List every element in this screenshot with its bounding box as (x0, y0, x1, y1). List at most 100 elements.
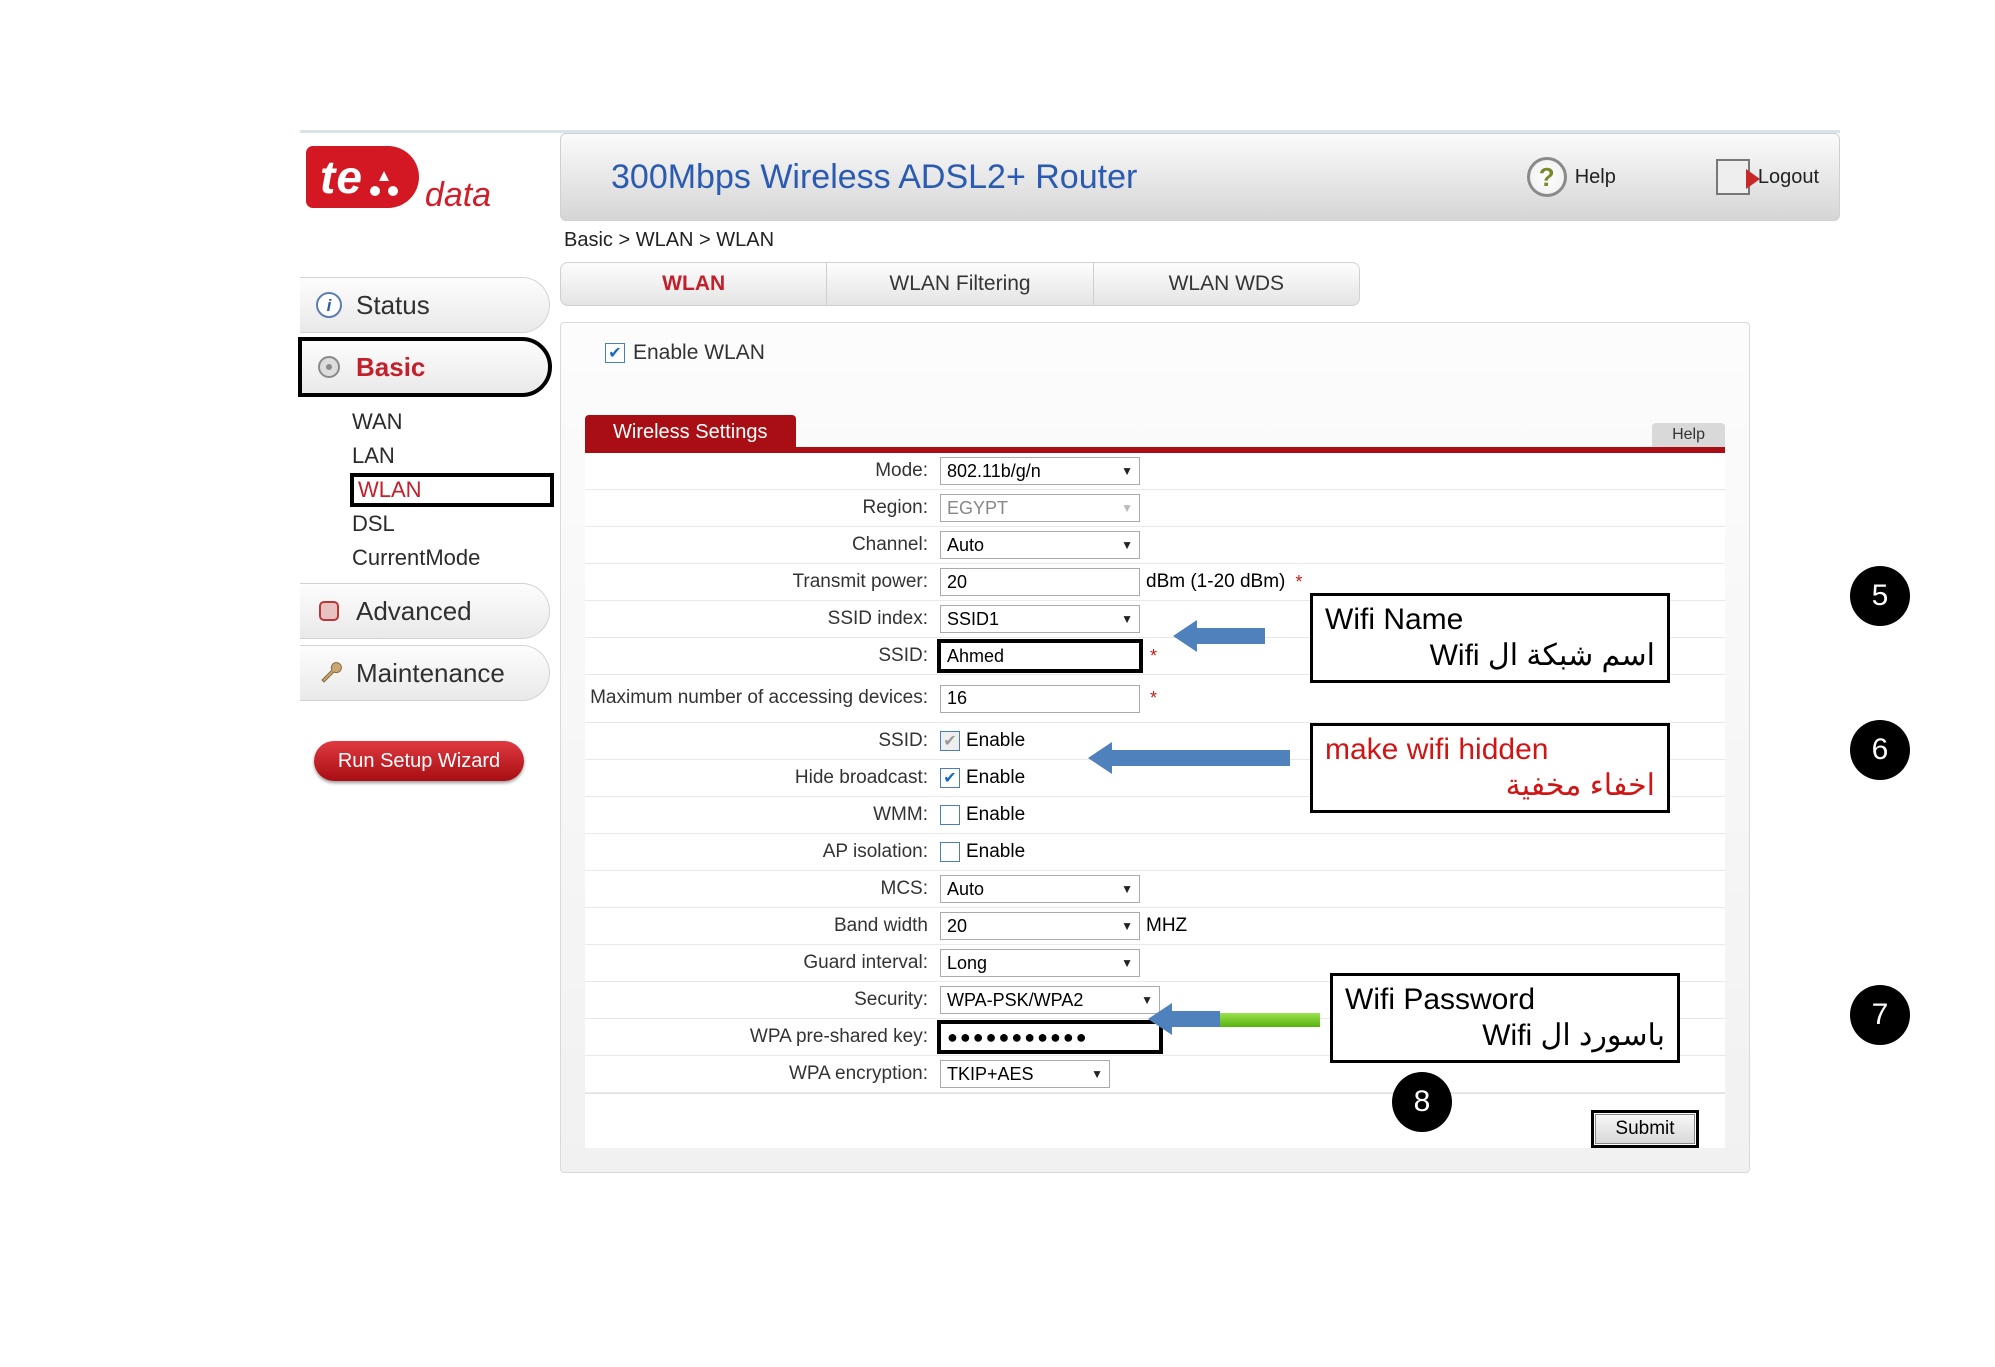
chevron-down-icon: ▼ (1121, 538, 1133, 552)
nav-sub-wlan[interactable]: WLAN (352, 475, 552, 505)
wireless-panel-head: Wireless Settings Help (585, 415, 1725, 450)
channel-label: Channel: (585, 534, 940, 556)
tab-wlan-wds[interactable]: WLAN WDS (1094, 263, 1359, 305)
ssid-enable-text: Enable (966, 730, 1025, 752)
logo-dots-icon (367, 160, 401, 194)
ssid-enable-checkbox[interactable]: ✔ (940, 731, 960, 751)
chevron-down-icon: ▼ (1121, 501, 1133, 515)
annotation-wifi-name: Wifi Name اسم شبكة ال Wifi (1310, 593, 1670, 683)
security-label: Security: (585, 989, 940, 1011)
help-label: Help (1575, 166, 1616, 189)
annotation-wifi-password-ar: باسورد ال Wifi (1345, 1018, 1665, 1054)
side-nav: i Status Basic WAN LAN WLAN DSL CurrentM… (300, 277, 560, 781)
encryption-select[interactable]: TKIP+AES▼ (940, 1060, 1110, 1088)
submit-button[interactable]: Submit (1595, 1114, 1695, 1144)
nav-sub-dsl[interactable]: DSL (352, 509, 552, 539)
nav-maintenance[interactable]: Maintenance (300, 645, 550, 701)
tabs: WLAN WLAN Filtering WLAN WDS (560, 262, 1360, 306)
title-bar: 300Mbps Wireless ADSL2+ Router ? Help Lo… (560, 133, 1840, 221)
arrow-icon (1195, 628, 1265, 644)
enable-wlan-label: Enable WLAN (633, 341, 765, 365)
wmm-text: Enable (966, 804, 1025, 826)
router-admin-window: te data i Status Basic WAN (300, 130, 1840, 1190)
annotation-wifi-password: Wifi Password باسورد ال Wifi (1330, 973, 1680, 1063)
nav-advanced[interactable]: Advanced (300, 583, 550, 639)
nav-sub-wan[interactable]: WAN (352, 407, 552, 437)
annotation-wifi-password-en: Wifi Password (1345, 982, 1665, 1018)
bandwidth-select[interactable]: 20▼ (940, 912, 1140, 940)
left-column: te data i Status Basic WAN (300, 133, 560, 781)
encryption-label: WPA encryption: (585, 1063, 940, 1085)
nav-status[interactable]: i Status (300, 277, 550, 333)
logo-suffix: data (425, 176, 491, 215)
ap-isolation-label: AP isolation: (585, 841, 940, 863)
enable-wlan-row: ✔ Enable WLAN (605, 341, 1725, 365)
ssid-index-label: SSID index: (585, 608, 940, 630)
nav-sub-currentmode[interactable]: CurrentMode (352, 543, 552, 573)
mode-label: Mode: (585, 460, 940, 482)
guard-select[interactable]: Long▼ (940, 949, 1140, 977)
panel-help-button[interactable]: Help (1652, 423, 1725, 450)
nav-maintenance-label: Maintenance (356, 658, 505, 689)
annotation-hide-wifi: make wifi hidden اخفاء مخفية (1310, 723, 1670, 813)
tab-wlan-filtering[interactable]: WLAN Filtering (827, 263, 1093, 305)
step-bubble-8: 8 (1392, 1072, 1452, 1132)
logout-icon (1716, 159, 1750, 195)
nav-basic-sub: WAN LAN WLAN DSL CurrentMode (300, 401, 560, 583)
psk-input[interactable] (940, 1023, 1160, 1051)
annotation-wifi-name-ar: اسم شبكة ال Wifi (1325, 638, 1655, 674)
gear-icon (314, 352, 344, 382)
guard-label: Guard interval: (585, 952, 940, 974)
channel-select[interactable]: Auto▼ (940, 531, 1140, 559)
max-devices-label: Maximum number of accessing devices: (585, 688, 940, 709)
chevron-down-icon: ▼ (1121, 956, 1133, 970)
arrow-icon (1170, 1011, 1220, 1027)
chevron-down-icon: ▼ (1121, 882, 1133, 896)
nav-advanced-label: Advanced (356, 596, 472, 627)
nav-status-label: Status (356, 290, 430, 321)
region-label: Region: (585, 497, 940, 519)
bandwidth-unit: MHZ (1146, 915, 1187, 937)
annotation-wifi-name-en: Wifi Name (1325, 602, 1655, 638)
mode-select[interactable]: 802.11b/g/n▼ (940, 457, 1140, 485)
page-title: 300Mbps Wireless ADSL2+ Router (611, 158, 1497, 197)
nav-basic-label: Basic (356, 352, 425, 383)
logo-brand: te (320, 150, 363, 204)
ssid-index-select[interactable]: SSID1▼ (940, 605, 1140, 633)
annotation-hide-wifi-ar: اخفاء مخفية (1325, 768, 1655, 804)
txpower-label: Transmit power: (585, 571, 940, 593)
mcs-select[interactable]: Auto▼ (940, 875, 1140, 903)
enable-wlan-checkbox[interactable]: ✔ (605, 343, 625, 363)
txpower-unit: dBm (1-20 dBm) (1146, 571, 1285, 593)
wrench-icon (314, 658, 344, 688)
nav-sub-lan[interactable]: LAN (352, 441, 552, 471)
ap-isolation-text: Enable (966, 841, 1025, 863)
wmm-label: WMM: (585, 804, 940, 826)
annotation-hide-wifi-en: make wifi hidden (1325, 732, 1655, 768)
ssid-input[interactable] (940, 642, 1140, 670)
brand-logo: te data (300, 133, 560, 221)
nav-basic[interactable]: Basic (300, 339, 550, 395)
tab-wlan[interactable]: WLAN (561, 263, 827, 305)
bandwidth-label: Band width (585, 915, 940, 937)
wmm-checkbox[interactable]: ✔ (940, 805, 960, 825)
logout-button[interactable]: Logout (1716, 159, 1819, 195)
security-select[interactable]: WPA-PSK/WPA2▼ (940, 986, 1160, 1014)
step-bubble-6: 6 (1850, 720, 1910, 780)
ap-isolation-checkbox[interactable]: ✔ (940, 842, 960, 862)
hide-broadcast-text: Enable (966, 767, 1025, 789)
ssid-label: SSID: (585, 645, 940, 667)
help-icon: ? (1527, 157, 1567, 197)
run-setup-wizard-button[interactable]: Run Setup Wizard (314, 741, 524, 781)
hide-broadcast-checkbox[interactable]: ✔ (940, 768, 960, 788)
info-icon: i (314, 290, 344, 320)
txpower-input[interactable] (940, 568, 1140, 596)
chevron-down-icon: ▼ (1091, 1067, 1103, 1081)
chevron-down-icon: ▼ (1121, 919, 1133, 933)
chevron-down-icon: ▼ (1121, 464, 1133, 478)
mcs-label: MCS: (585, 878, 940, 900)
logout-label: Logout (1758, 166, 1819, 189)
max-devices-input[interactable] (940, 685, 1140, 713)
help-button[interactable]: ? Help (1527, 157, 1616, 197)
region-select[interactable]: EGYPT▼ (940, 494, 1140, 522)
